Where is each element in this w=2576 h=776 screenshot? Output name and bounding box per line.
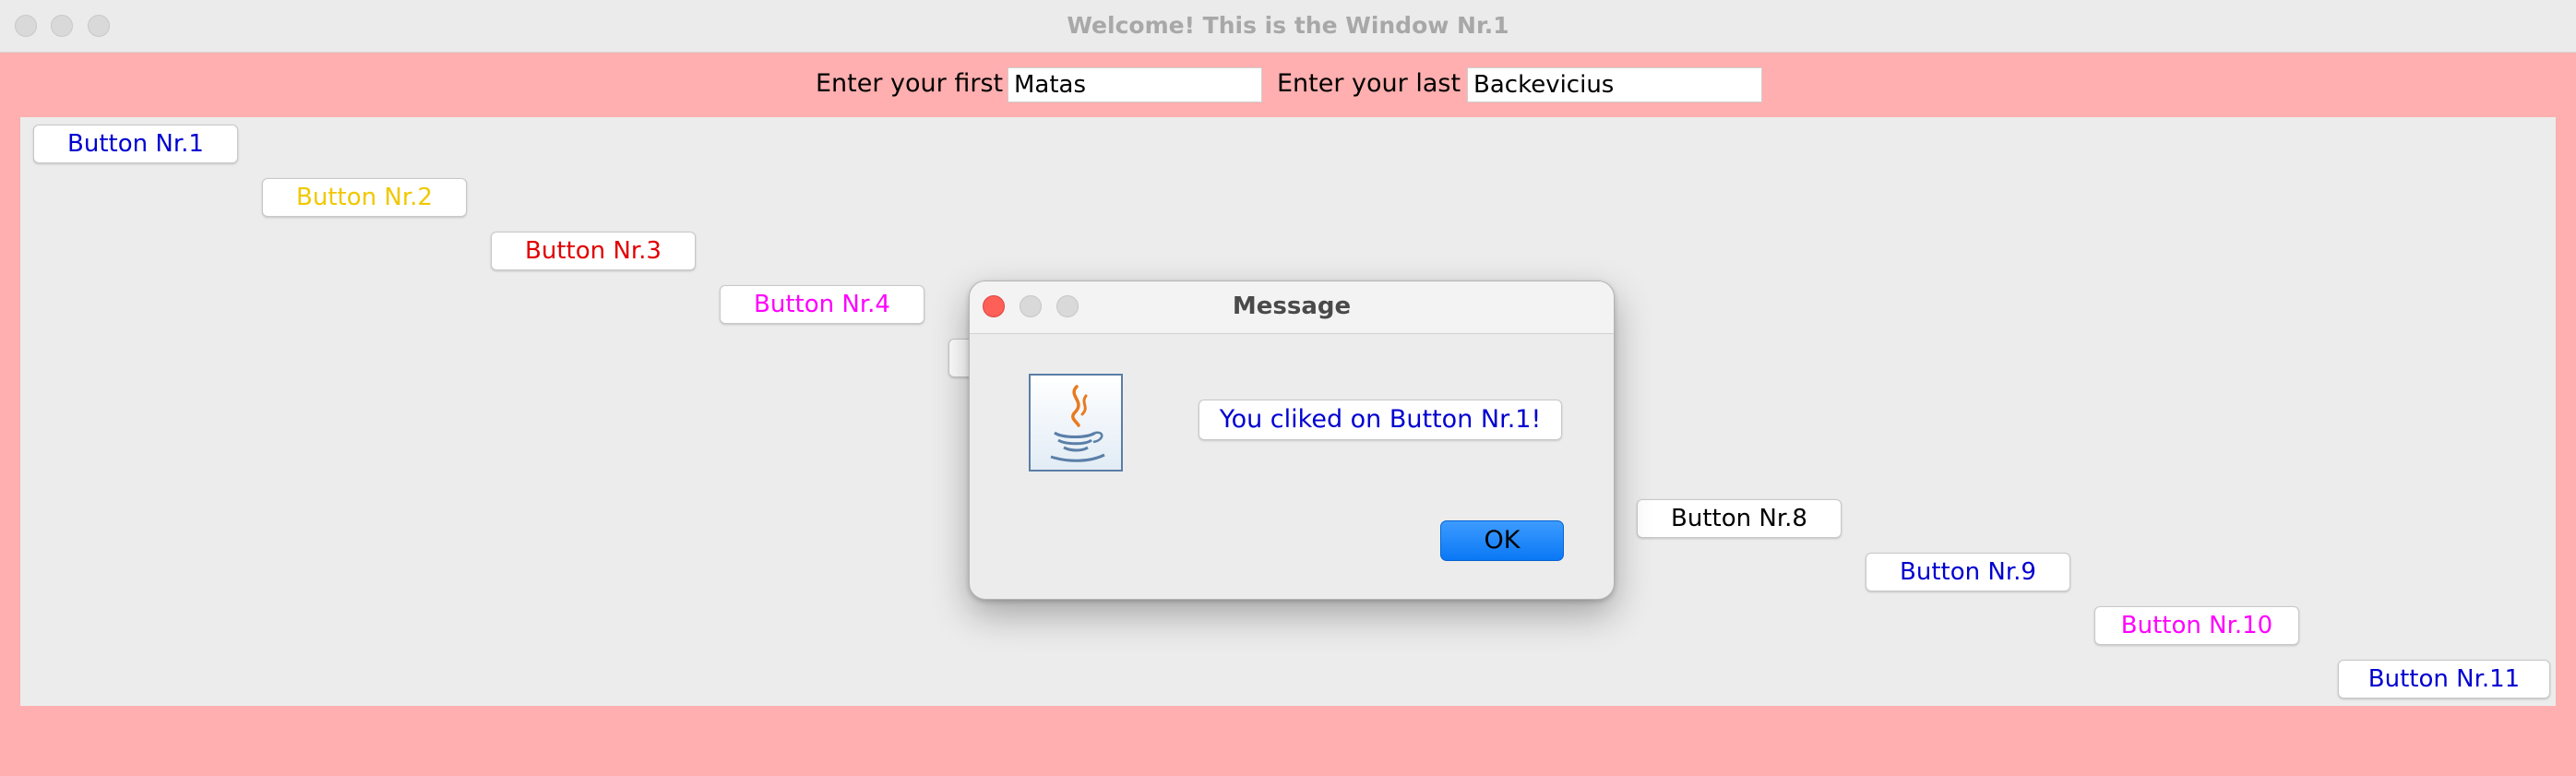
button-nr-10[interactable]: Button Nr.10 <box>2094 606 2299 645</box>
button-nr-8[interactable]: Button Nr.8 <box>1637 499 1842 538</box>
last-name-label: Enter your last <box>1277 69 1461 98</box>
button-nr-1[interactable]: Button Nr.1 <box>33 125 238 163</box>
dialog-titlebar[interactable]: Message <box>970 281 1614 334</box>
first-name-label: Enter your first <box>816 69 1004 98</box>
main-window: Welcome! This is the Window Nr.1 Enter y… <box>0 0 2576 776</box>
button-nr-3[interactable]: Button Nr.3 <box>491 232 696 270</box>
button-nr-4[interactable]: Button Nr.4 <box>720 285 924 324</box>
ok-button[interactable]: OK <box>1440 520 1564 561</box>
message-dialog: Message You cliked on Button Nr.1! OK <box>969 281 1615 600</box>
java-icon <box>1029 374 1123 472</box>
button-nr-11[interactable]: Button Nr.11 <box>2338 660 2550 698</box>
dialog-title: Message <box>1232 292 1352 320</box>
first-name-field[interactable]: Matas <box>1008 67 1262 102</box>
button-nr-9[interactable]: Button Nr.9 <box>1866 553 2070 591</box>
window-title: Welcome! This is the Window Nr.1 <box>1067 12 1509 39</box>
dialog-message: You cliked on Button Nr.1! <box>1199 400 1562 440</box>
window-titlebar[interactable]: Welcome! This is the Window Nr.1 <box>0 0 2576 53</box>
last-name-field[interactable]: Backevicius <box>1467 67 1762 102</box>
button-nr-2[interactable]: Button Nr.2 <box>262 178 467 217</box>
